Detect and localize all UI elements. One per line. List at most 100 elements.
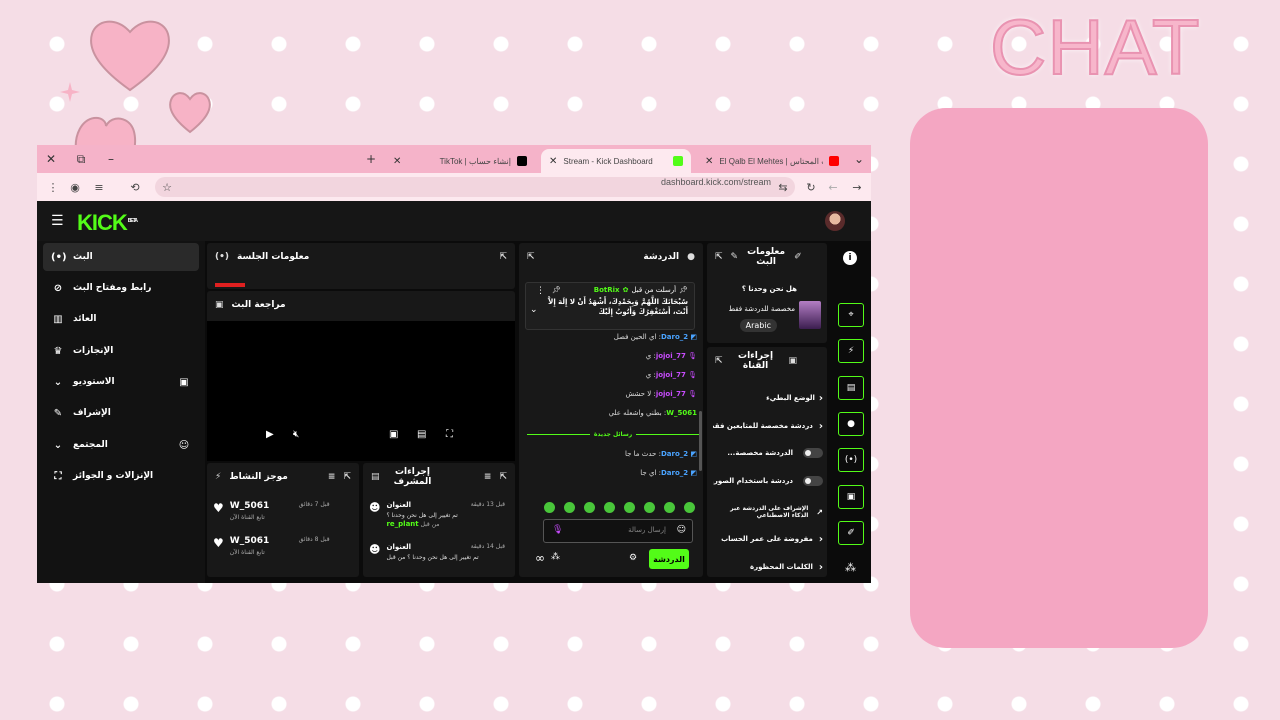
avatar[interactable] (825, 211, 845, 231)
popout-icon[interactable]: ⇱ (715, 356, 723, 366)
sidebar-item-studio[interactable]: ⌄ الاستوديو ▣ (43, 368, 199, 396)
edit-icon[interactable]: ✎ (731, 252, 739, 262)
pinned-user[interactable]: BotRix (594, 286, 620, 294)
layout-icon[interactable]: ▣ (838, 485, 864, 509)
chat-message[interactable]: 🎙︎ jojoi_77: ي (646, 352, 697, 360)
emoji-icon[interactable]: ☺ (677, 525, 686, 535)
reload-icon[interactable]: ↻ (801, 173, 821, 201)
chat-message-input[interactable]: إرسال رسالة ☺ 🎙︎ (543, 519, 693, 543)
emote-icon[interactable] (664, 502, 675, 513)
chat-username[interactable]: Daro_2 (661, 333, 688, 341)
pip-icon[interactable]: ▣ (389, 429, 398, 440)
banned-words-item[interactable]: الكلمات المحظورة › (713, 556, 823, 578)
toggle-switch[interactable] (803, 448, 823, 458)
sidebar-item-stream-key[interactable]: ⊘ رابط ومفتاح البث (43, 274, 199, 302)
close-window-icon[interactable]: ✕ (39, 145, 63, 173)
chat-message[interactable]: W_5061: بطني واشعله علي (609, 409, 697, 417)
url-text[interactable]: dashboard.kick.com/stream (661, 177, 771, 187)
mute-icon[interactable]: 🔇︎ (293, 429, 299, 440)
close-tab-icon[interactable]: ✕ (705, 156, 713, 167)
toggle-switch[interactable] (803, 476, 823, 486)
notes-icon[interactable]: ▤ (838, 376, 864, 400)
settings-gear-icon[interactable]: ⚙ (629, 553, 637, 563)
chat-username[interactable]: jojoi_77 (656, 390, 686, 398)
new-tab-icon[interactable]: + (359, 145, 383, 173)
filter-icon[interactable]: ≡ (484, 472, 492, 482)
chat-username[interactable]: jojoi_77 (656, 371, 686, 379)
bookmark-star-icon[interactable]: ☆ (157, 173, 177, 201)
tab-kick-dashboard[interactable]: ✕ Stream - Kick Dashboard (541, 149, 691, 173)
slow-mode-item[interactable]: › الوضع البطيء (713, 387, 823, 409)
focus-icon[interactable]: ⌖ (838, 303, 864, 327)
chat-bubble-icon[interactable]: ● (838, 412, 864, 436)
close-tab-icon[interactable]: ✕ (393, 156, 401, 167)
extensions-icon[interactable]: ⟲ (125, 173, 145, 201)
menu-dots-icon[interactable]: ⋮ (43, 173, 63, 201)
video-preview[interactable] (207, 321, 515, 461)
chat-message[interactable]: 🎙︎ jojoi_77: لا حشش (626, 390, 698, 398)
chat-message[interactable]: ◩ Daro_2: اي الحين فصل (614, 333, 697, 341)
sidebar-item-community[interactable]: ⌄ المجتمع ☺ (43, 431, 199, 459)
sidebar-item-moderation[interactable]: ✎ الإشراف (43, 399, 199, 427)
chat-username[interactable]: Daro_2 (661, 450, 688, 458)
chat-username[interactable]: W_5061 (666, 409, 697, 417)
minimize-window-icon[interactable]: – (99, 145, 123, 173)
puzzle-icon[interactable]: ⁂ (845, 561, 856, 574)
emote-only-item[interactable]: الدردشة مخصصة... (713, 442, 823, 464)
emote-icon[interactable] (544, 502, 555, 513)
tab-search-icon[interactable]: ⌄ (847, 145, 871, 173)
info-icon[interactable]: i (843, 251, 857, 265)
ai-moderation-item[interactable]: الإشراف على الدردشة عبر الذكاء الاصطناعي… (713, 498, 823, 526)
chevron-down-icon[interactable]: ⌄ (530, 305, 538, 315)
mod-action-user[interactable]: re_plant (386, 520, 418, 528)
broadcast-icon[interactable]: (•) (838, 448, 864, 472)
wrench-icon[interactable]: ✐ (838, 521, 864, 545)
users-icon[interactable]: ⁂ (551, 552, 560, 562)
hamburger-menu-icon[interactable]: ☰ (51, 213, 64, 229)
stream-category[interactable]: مخصصة للدردشة فقط (729, 305, 795, 313)
kick-logo[interactable]: KICKBETA (77, 210, 138, 236)
back-icon[interactable]: → (847, 173, 867, 201)
unpin-icon[interactable]: 📌︎ (552, 286, 561, 294)
emote-icon[interactable] (584, 502, 595, 513)
emote-icon[interactable] (644, 502, 655, 513)
filter-icon[interactable]: ≡ (328, 472, 336, 482)
chat-message[interactable]: ◩ Daro_2: حدث ما جا (625, 450, 697, 458)
restore-window-icon[interactable]: ⧉ (69, 145, 93, 173)
theater-icon[interactable]: ▤ (417, 429, 426, 440)
popout-icon[interactable]: ⇱ (715, 252, 723, 262)
play-icon[interactable]: ▶ (266, 429, 274, 440)
emote-icon[interactable] (684, 502, 695, 513)
media-icon[interactable]: ≡ (89, 173, 109, 201)
emote-icon[interactable] (624, 502, 635, 513)
popout-icon[interactable]: ⇱ (499, 252, 507, 262)
fullscreen-icon[interactable]: ⛶ (446, 429, 453, 440)
forward-icon[interactable]: ← (823, 173, 843, 201)
send-chat-button[interactable]: الدردشة (649, 549, 689, 569)
followers-only-item[interactable]: دردشة مخصصة للمتابعين فقط › (713, 415, 823, 437)
popout-icon[interactable]: ⇱ (499, 472, 507, 482)
profile-icon[interactable]: ◉ (65, 173, 85, 201)
image-chat-item[interactable]: دردشة باستخدام الصور... (713, 470, 823, 492)
menu-dots-icon[interactable]: ⋮ (536, 286, 545, 296)
sidebar-item-stream[interactable]: (•) البث (43, 243, 199, 271)
chat-message[interactable]: 🎙︎ jojoi_77: ي (646, 371, 697, 379)
sidebar-item-achievements[interactable]: ♛ الإنجازات (43, 337, 199, 365)
account-age-item[interactable]: مفروضة على عمر الحساب › (713, 528, 823, 550)
chat-scrollbar[interactable] (699, 411, 702, 471)
bolt-icon[interactable]: ⚡ (838, 339, 864, 363)
popout-icon[interactable]: ⇱ (343, 472, 351, 482)
tab-tiktok[interactable]: ✕ TikTok | إنشاء حساب (385, 149, 535, 173)
emote-icon[interactable] (604, 502, 615, 513)
chat-username[interactable]: Daro_2 (661, 469, 688, 477)
emote-icon[interactable] (564, 502, 575, 513)
sidebar-item-drops[interactable]: ⛶ الإنزالات و الجوائز (43, 462, 199, 490)
tab-youtube[interactable]: ✕ El Qalb El Mehtes | قلب المحتاس (697, 149, 847, 173)
chat-username[interactable]: jojoi_77 (656, 352, 686, 360)
site-settings-icon[interactable]: ⇆ (773, 173, 793, 201)
infinity-icon[interactable]: ∞ (535, 551, 545, 565)
close-tab-icon[interactable]: ✕ (549, 156, 557, 167)
popout-icon[interactable]: ⇱ (527, 252, 535, 262)
chat-message[interactable]: ◩ Daro_2: اي جا (640, 469, 697, 477)
sidebar-item-revenue[interactable]: ▥ العائد (43, 305, 199, 333)
